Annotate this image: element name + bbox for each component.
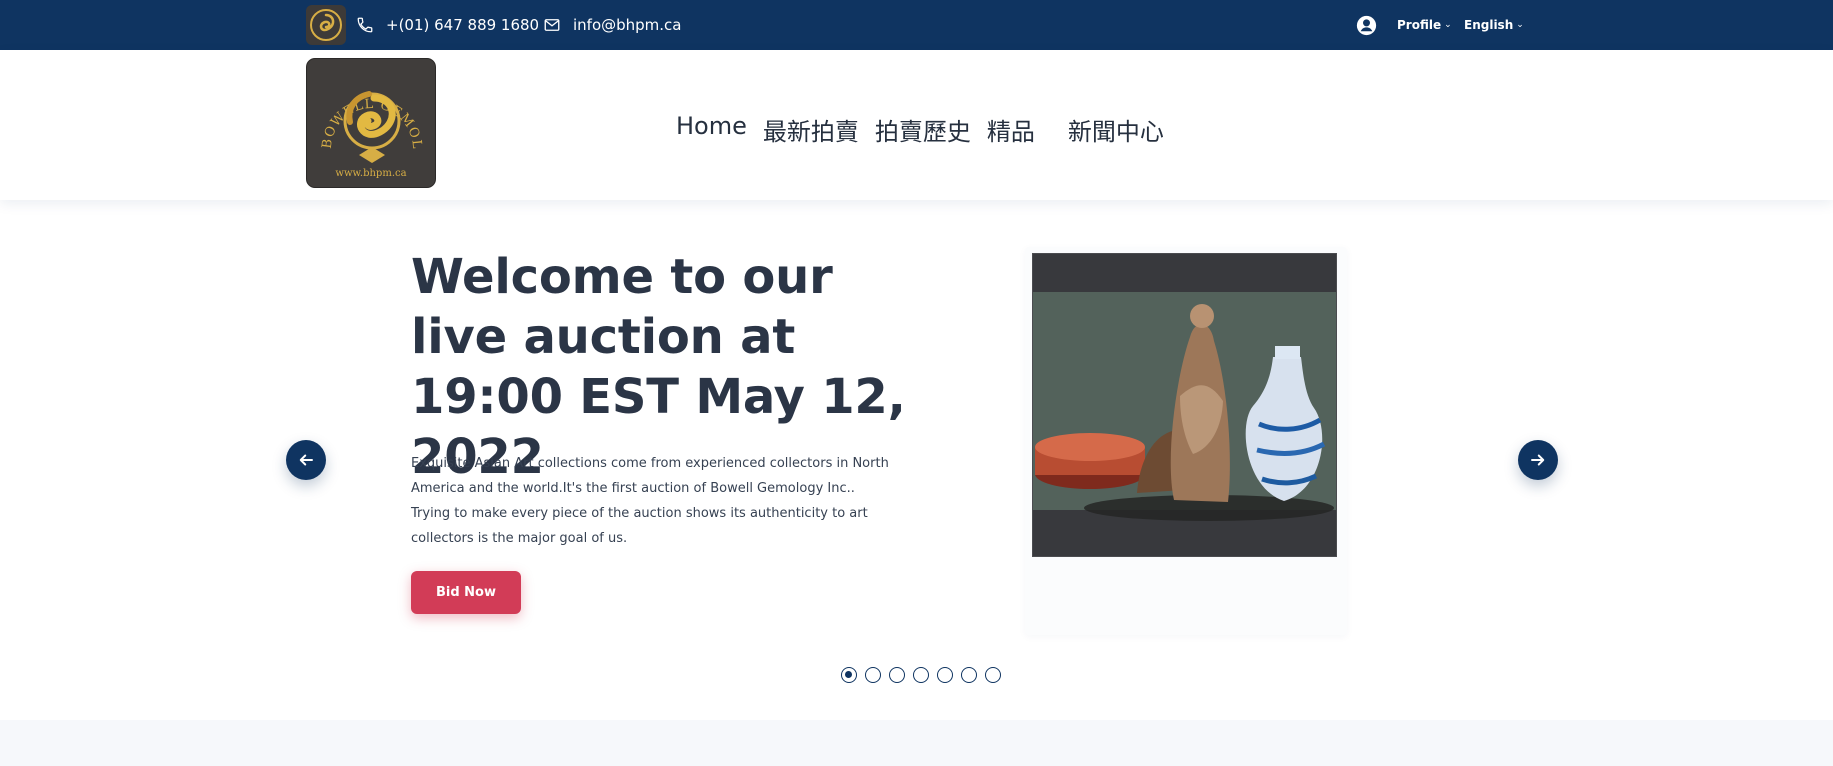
hero-description: Exquisite Asian Art collections come fro… — [411, 456, 889, 546]
carousel-dot[interactable] — [985, 667, 1001, 683]
phone-icon — [357, 17, 373, 33]
mail-icon — [544, 19, 560, 31]
next-slide-button[interactable] — [1518, 440, 1558, 480]
auction-home-page: +(01) 647 889 1680 info@bhpm.ca Profile … — [0, 0, 1833, 766]
bid-now-button[interactable]: Bid Now — [411, 571, 521, 614]
nav-auction-history[interactable]: 拍賣歷史 — [875, 112, 971, 147]
chevron-down-icon: ⌄ — [1516, 20, 1524, 30]
language-label: English — [1464, 18, 1514, 32]
chevron-down-icon: ⌄ — [1444, 20, 1452, 30]
site-header: BOWELL GEMOLOGY INC www.bhpm.ca Home 最新拍… — [0, 50, 1833, 200]
next-section-background — [0, 720, 1833, 766]
main-navigation: Home 最新拍賣 拍賣歷史 精品 新聞中心 — [676, 112, 1164, 147]
email-contact[interactable]: info@bhpm.ca — [543, 0, 682, 50]
carousel-dot[interactable] — [937, 667, 953, 683]
logo-url: www.bhpm.ca — [335, 168, 407, 179]
auction-featured-image[interactable] — [1032, 253, 1337, 557]
carousel-dot[interactable] — [913, 667, 929, 683]
language-selector[interactable]: English ⌄ — [1464, 0, 1524, 50]
phone-contact[interactable]: +(01) 647 889 1680 — [356, 0, 539, 50]
carousel-pagination — [841, 667, 1009, 683]
nav-news-center[interactable]: 新聞中心 — [1068, 112, 1164, 147]
profile-menu[interactable]: Profile ⌄ — [1356, 0, 1452, 50]
arrow-left-icon — [299, 454, 313, 466]
arrow-right-icon — [1531, 454, 1545, 466]
nav-latest-auctions[interactable]: 最新拍賣 — [763, 112, 859, 147]
previous-slide-button[interactable] — [286, 440, 326, 480]
carousel-dot[interactable] — [889, 667, 905, 683]
nav-home[interactable]: Home — [676, 112, 747, 147]
email-address: info@bhpm.ca — [573, 16, 682, 34]
carousel-dot-active[interactable] — [841, 667, 857, 683]
small-logo-icon[interactable] — [306, 5, 346, 45]
user-circle-icon — [1356, 15, 1377, 35]
top-contact-bar: +(01) 647 889 1680 info@bhpm.ca Profile … — [0, 0, 1833, 50]
nav-featured-items[interactable]: 精品 — [987, 112, 1035, 147]
carousel-dot[interactable] — [865, 667, 881, 683]
carousel-dot[interactable] — [961, 667, 977, 683]
profile-label: Profile — [1397, 18, 1442, 32]
bowell-gemology-logo[interactable]: BOWELL GEMOLOGY INC www.bhpm.ca — [306, 58, 436, 188]
phone-number: +(01) 647 889 1680 — [386, 16, 540, 34]
